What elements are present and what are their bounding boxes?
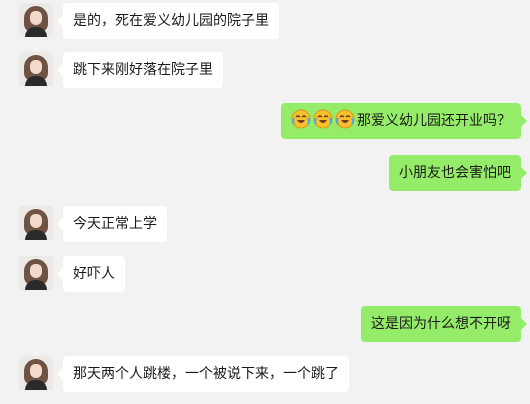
message-bubble-incoming[interactable]: 是的，死在爱义幼儿园的院子里 bbox=[57, 3, 279, 39]
contact-avatar[interactable] bbox=[19, 206, 53, 240]
message-bubble-incoming[interactable]: 跳下来刚好落在院子里 bbox=[57, 52, 223, 88]
message-row-incoming: 是的，死在爱义幼儿园的院子里 bbox=[0, 3, 530, 43]
message-bubble-outgoing[interactable]: 那爱义幼儿园还开业吗？ bbox=[281, 103, 527, 139]
message-text: 那天两个人跳楼，一个被说下来，一个跳了 bbox=[73, 366, 339, 382]
message-text: 这是因为什么想不开呀 bbox=[371, 316, 511, 332]
message-row-outgoing: 这是因为什么想不开呀 bbox=[0, 306, 530, 346]
message-row-outgoing: 小朋友也会害怕吧 bbox=[0, 155, 530, 195]
contact-avatar[interactable] bbox=[19, 256, 53, 290]
message-bubble-incoming[interactable]: 今天正常上学 bbox=[57, 206, 167, 242]
laughing-crying-face-icon bbox=[291, 109, 311, 129]
message-bubble-outgoing[interactable]: 这是因为什么想不开呀 bbox=[361, 306, 527, 342]
message-row-incoming: 今天正常上学 bbox=[0, 206, 530, 246]
message-row-outgoing: 那爱义幼儿园还开业吗？ bbox=[0, 103, 530, 143]
message-text: 是的，死在爱义幼儿园的院子里 bbox=[73, 13, 269, 29]
message-row-incoming: 跳下来刚好落在院子里 bbox=[0, 52, 530, 92]
message-text: 今天正常上学 bbox=[73, 216, 157, 232]
laughing-crying-face-icon bbox=[335, 109, 355, 129]
message-text: 好吓人 bbox=[73, 266, 115, 282]
contact-avatar[interactable] bbox=[19, 356, 53, 390]
contact-avatar[interactable] bbox=[19, 3, 53, 37]
message-bubble-incoming[interactable]: 那天两个人跳楼，一个被说下来，一个跳了 bbox=[57, 356, 349, 392]
laughing-crying-face-icon bbox=[313, 109, 333, 129]
message-bubble-outgoing[interactable]: 小朋友也会害怕吧 bbox=[389, 155, 527, 191]
message-row-incoming: 好吓人 bbox=[0, 256, 530, 296]
chat-message-list: 是的，死在爱义幼儿园的院子里 跳下来刚好落在院子里 那爱义幼儿园还开业吗？ 小朋… bbox=[0, 0, 530, 404]
message-bubble-incoming[interactable]: 好吓人 bbox=[57, 256, 125, 292]
message-text: 那爱义幼儿园还开业吗？ bbox=[357, 113, 511, 129]
message-text: 小朋友也会害怕吧 bbox=[399, 165, 511, 181]
message-text: 跳下来刚好落在院子里 bbox=[73, 62, 213, 78]
message-row-incoming: 那天两个人跳楼，一个被说下来，一个跳了 bbox=[0, 356, 530, 396]
contact-avatar[interactable] bbox=[19, 52, 53, 86]
